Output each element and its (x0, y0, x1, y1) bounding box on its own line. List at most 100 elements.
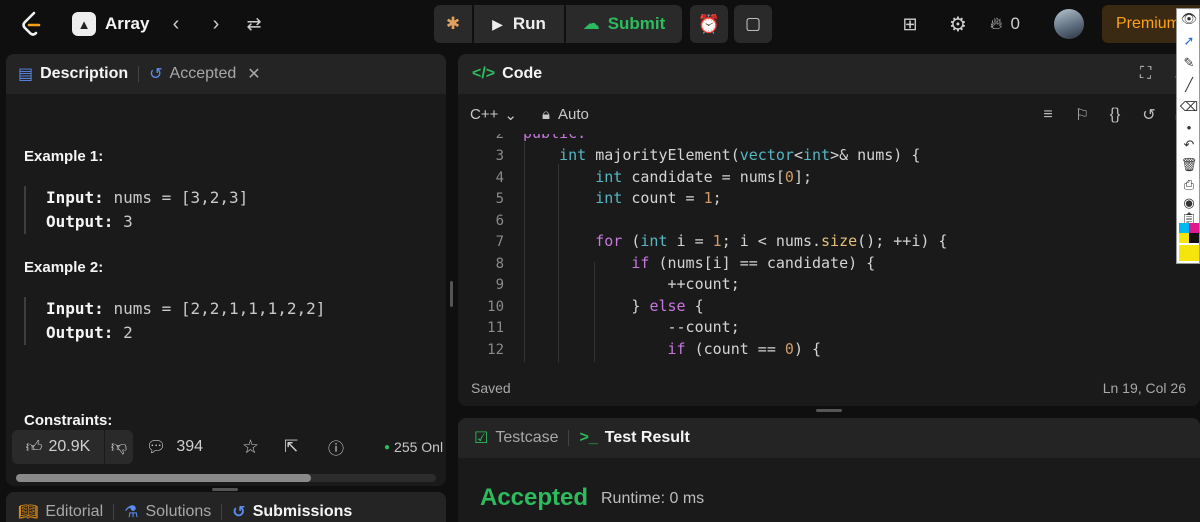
eraser-icon[interactable]: ⌫ (1179, 97, 1199, 117)
star-icon: ☆ (242, 436, 260, 458)
line-number: 9 (495, 277, 504, 293)
tab-solutions[interactable]: ⚗ Solutions (124, 502, 211, 522)
align-lines-icon: ≡ (1043, 106, 1053, 123)
submit-button[interactable]: ☁ Submit (566, 5, 682, 43)
play-icon: ▶ (492, 15, 503, 32)
braces-icon: {} (1109, 106, 1121, 123)
eye-icon[interactable]: 👁︎ (1179, 9, 1199, 29)
undo-icon[interactable]: ↶ (1179, 135, 1199, 155)
bookmark-icon: ⚐ (1074, 107, 1090, 124)
runtime-label: Runtime: 0 ms (601, 490, 705, 507)
code-editor[interactable]: 2 3 4 5 6 7 8 9 10 11 12 public: int maj… (458, 134, 1200, 364)
test-result-panel: ☑ Testcase >_ Test Result Accepted Runti… (458, 418, 1200, 522)
online-label: 255 Onl (394, 439, 444, 455)
horizontal-scrollbar[interactable] (16, 474, 436, 482)
pointer-icon[interactable]: ➚ (1179, 31, 1199, 51)
output-label: Output: (46, 323, 114, 342)
shuffle-icon: ⇄ (246, 13, 262, 34)
close-icon[interactable]: ✕ (247, 64, 260, 84)
document-icon: ▤ (18, 66, 34, 83)
notes-button[interactable]: ▢ (734, 5, 772, 43)
help-button[interactable]: ⓘ (328, 430, 344, 464)
chevron-left-icon: ‹ (172, 12, 180, 35)
reset-button[interactable]: ↺ (1137, 104, 1161, 126)
yellow-color-swatch[interactable] (1179, 245, 1199, 261)
horizontal-resize-handle[interactable] (816, 409, 842, 412)
tab-testcase[interactable]: ☑ Testcase (474, 428, 558, 448)
layout-button[interactable]: ⊞ (896, 10, 924, 38)
print-icon[interactable]: ⎙ (1179, 175, 1199, 195)
next-problem-button[interactable]: › (203, 10, 229, 38)
tab-code[interactable]: </> Code (472, 65, 542, 83)
vertical-resize-handle[interactable] (450, 281, 453, 307)
format-button[interactable]: ≡ (1036, 104, 1060, 126)
left-resize-handle[interactable] (212, 488, 238, 491)
description-tabs: ▤ Description ↺ Accepted ✕ (6, 54, 446, 94)
tab-description-label: Description (40, 65, 129, 82)
terminal-icon: >_ (579, 429, 598, 446)
comments-button[interactable]: 💬︎ 394 (146, 430, 203, 464)
flask-icon: ⚗ (124, 504, 139, 521)
checkbox-icon: ☑ (474, 430, 489, 447)
output-value: 2 (123, 323, 133, 342)
constraints-title: Constraints: (24, 412, 113, 429)
tab-submissions[interactable]: ↺ Submissions (232, 502, 352, 522)
line-number: 6 (495, 213, 504, 229)
language-label: C++ (470, 106, 499, 123)
prev-problem-button[interactable]: ‹ (163, 10, 189, 38)
line-number: 2 (495, 134, 504, 142)
tab-accepted[interactable]: ↺ Accepted ✕ (149, 64, 261, 84)
fullscreen-icon[interactable]: ⛶ (1140, 65, 1151, 83)
scrollbar-thumb[interactable] (16, 474, 311, 482)
tab-test-result[interactable]: >_ Test Result (579, 429, 689, 447)
like-button[interactable]: 👍︎ 20.9K (12, 430, 104, 464)
comment-icon: 💬︎ (146, 439, 167, 456)
code-line: int candidate = nums[0]; (595, 168, 812, 186)
input-value: nums = [2,2,1,1,1,2,2] (113, 299, 326, 318)
share-button[interactable]: ⇱ (284, 430, 298, 464)
dislike-button[interactable]: 👎︎ (105, 430, 133, 464)
question-icon: ⓘ (328, 441, 345, 458)
cloud-upload-icon: ☁ (582, 14, 600, 33)
grid-layout-icon: ⊞ (902, 13, 918, 34)
color-palette[interactable] (1179, 223, 1199, 243)
streak-counter[interactable]: 🔥︎ 0 (990, 10, 1020, 38)
tab-editorial[interactable]: 📖︎ Editorial (18, 502, 103, 522)
debug-button[interactable]: ✱ (434, 5, 472, 43)
code-line: if (count == 0) { (667, 340, 822, 358)
timer-button[interactable]: ⏰ (690, 5, 728, 43)
leetcode-logo-icon[interactable] (20, 10, 44, 38)
tab-description[interactable]: ▤ Description (18, 64, 128, 84)
shuffle-button[interactable]: ⇄ (240, 10, 268, 38)
example-1-block: Input: nums = [3,2,3] Output: 3 (24, 186, 248, 234)
code-line: int majorityElement(vector<int>& nums) { (559, 146, 921, 164)
line-number: 12 (487, 342, 504, 358)
settings-button[interactable]: ⚙ (944, 10, 972, 38)
braces-button[interactable]: {} (1103, 104, 1127, 126)
like-count: 20.9K (48, 438, 91, 455)
history-icon: ↺ (232, 504, 246, 521)
avatar[interactable] (1054, 9, 1084, 39)
book-icon: 📖︎ (18, 504, 39, 521)
auto-mode-toggle[interactable]: 🔒︎ Auto (542, 106, 589, 123)
output-label: Output: (46, 212, 114, 231)
code-line: if (nums[i] == candidate) { (631, 254, 876, 272)
tab-code-label: Code (502, 65, 543, 82)
example-2-title: Example 2: (24, 259, 104, 276)
language-select[interactable]: C++ ⌄ (470, 106, 517, 124)
dot-icon[interactable]: • (1179, 117, 1199, 137)
online-count: ● 255 Onl (384, 430, 443, 464)
problem-list-title[interactable]: Array (105, 12, 149, 36)
problem-list-icon[interactable]: ▲ (72, 12, 96, 36)
chevron-right-icon: › (212, 12, 220, 35)
line-number: 3 (495, 148, 504, 164)
flame-icon: 🔥︎ (990, 14, 1003, 33)
result-status: Accepted (480, 484, 589, 511)
pencil-icon[interactable]: ✎ (1179, 53, 1199, 73)
line-icon[interactable]: ╱ (1179, 75, 1199, 95)
run-button[interactable]: ▶ Run (474, 5, 564, 43)
alarm-clock-icon: ⏰ (697, 13, 721, 34)
bookmark-button[interactable]: ⚐ (1070, 104, 1094, 126)
favorite-button[interactable]: ☆ (242, 430, 259, 464)
trash-icon[interactable]: 🗑︎ (1179, 155, 1199, 175)
